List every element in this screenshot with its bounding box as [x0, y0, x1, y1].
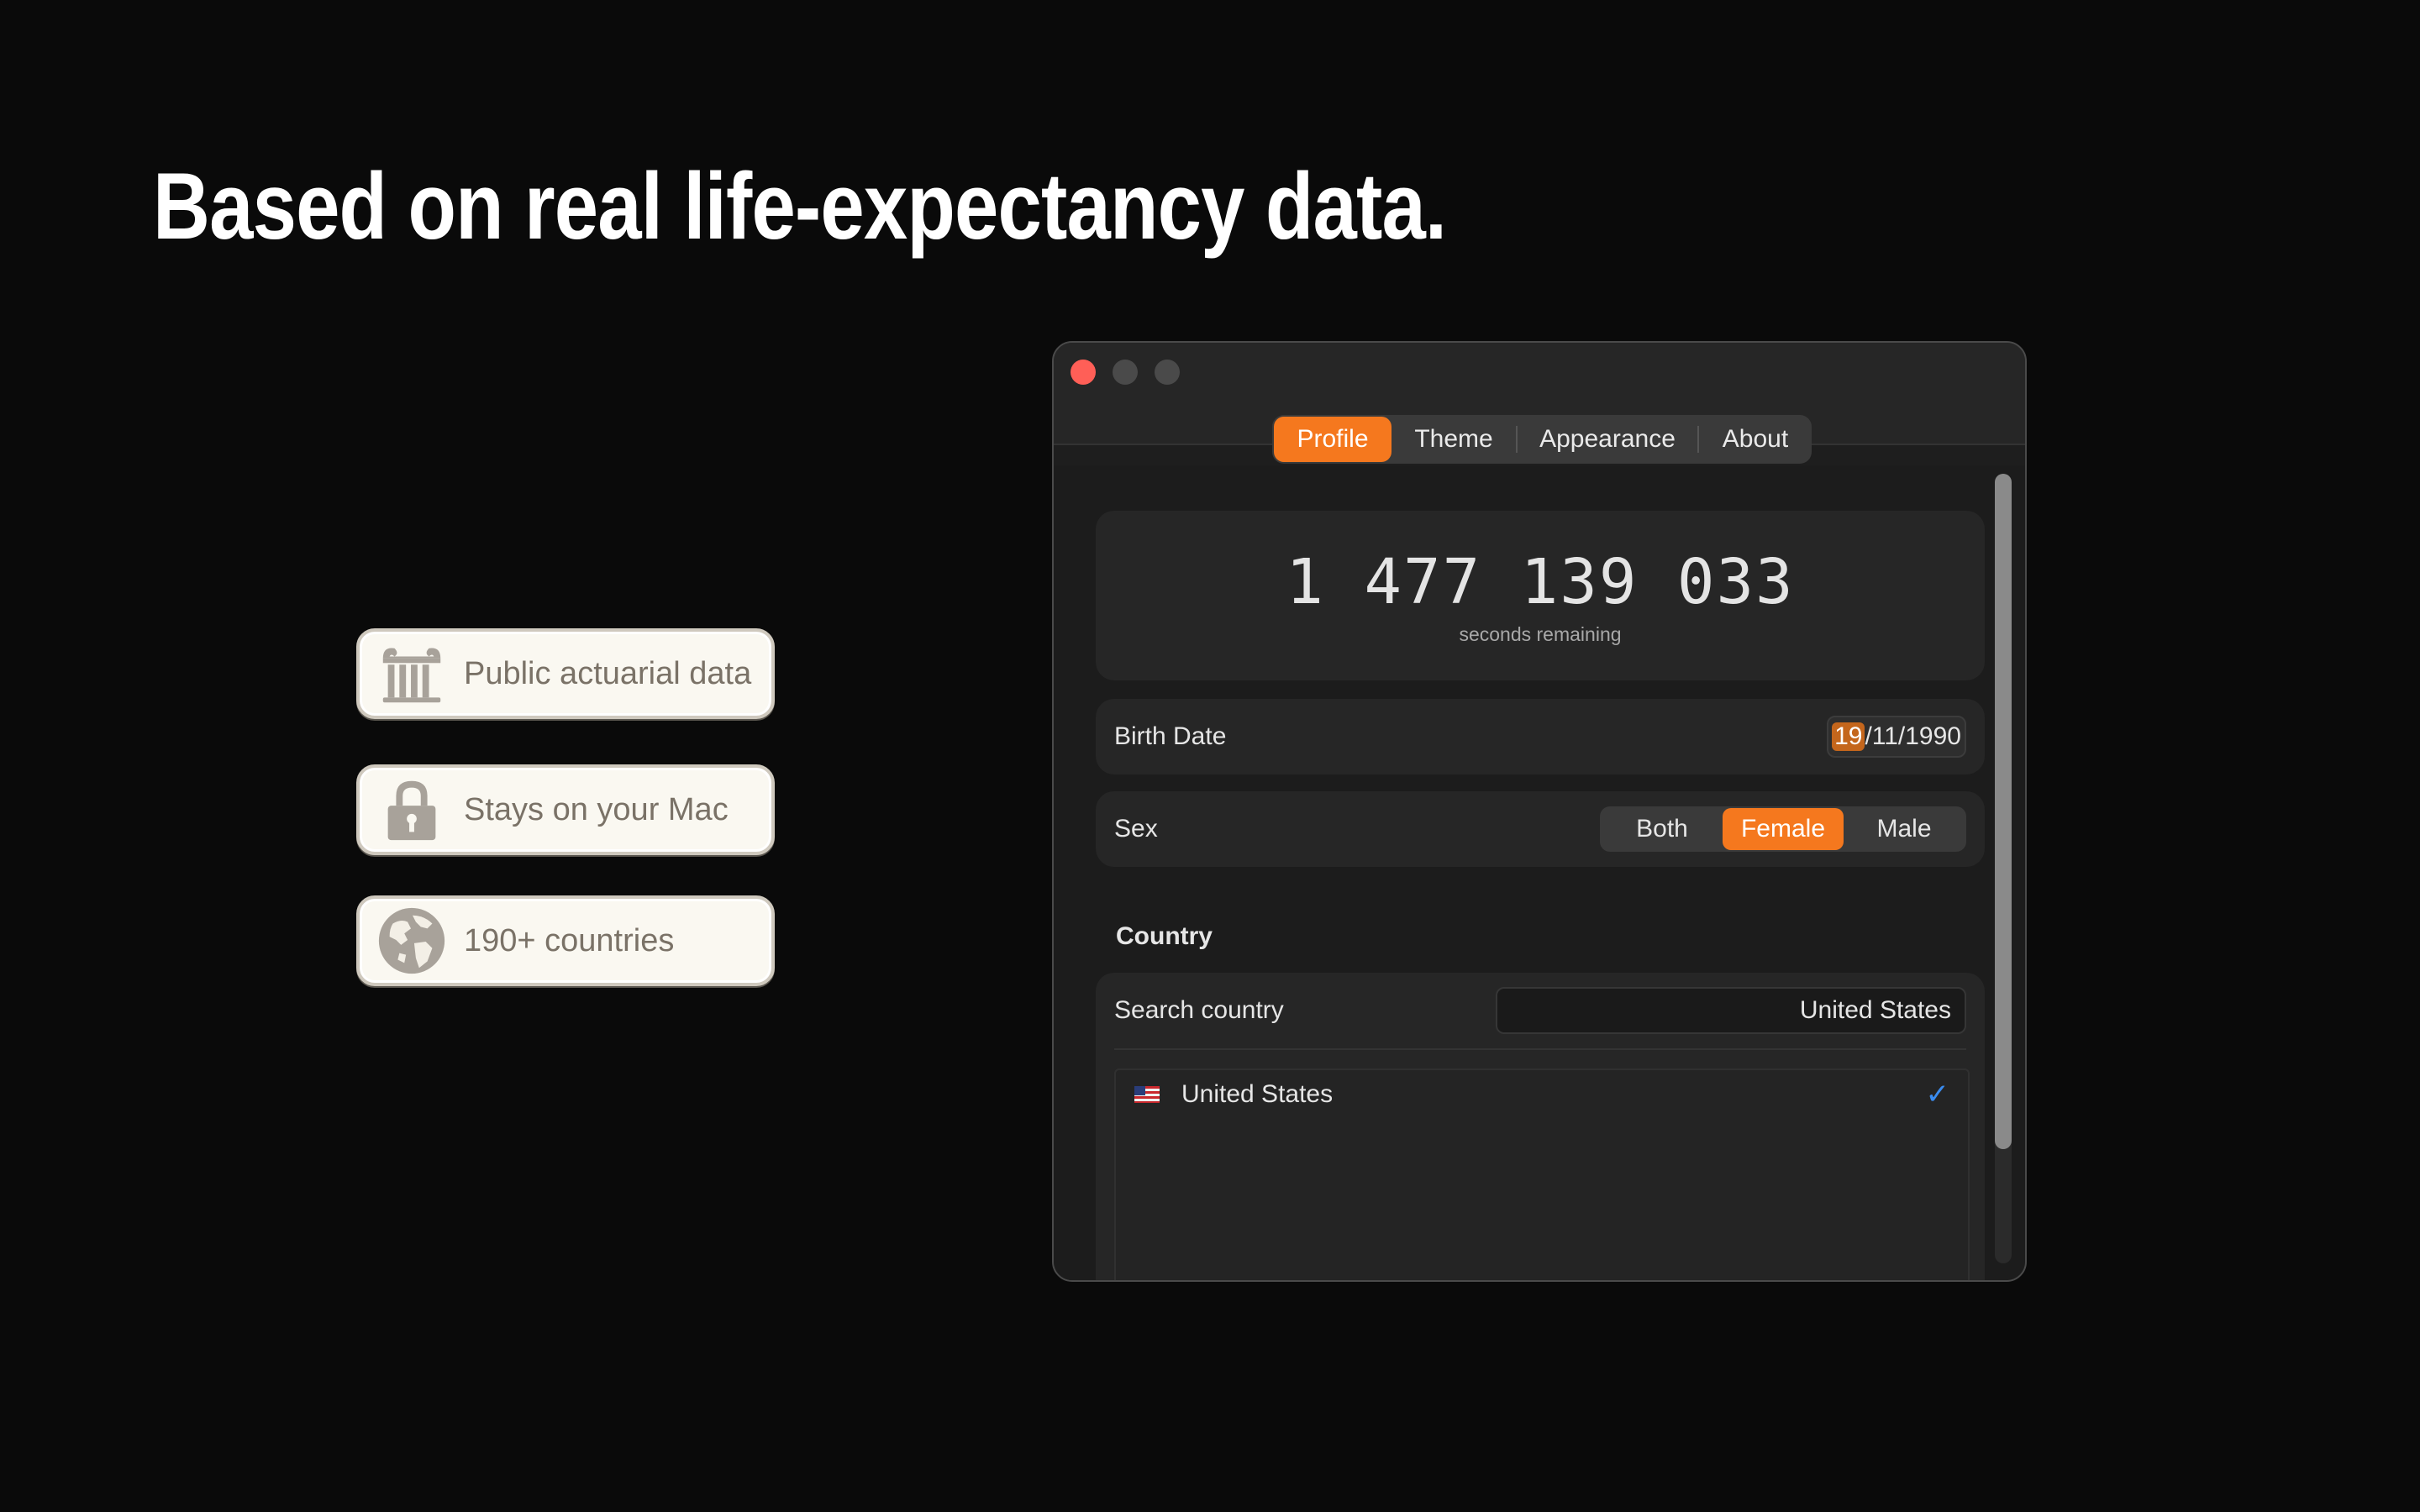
country-name: United States — [1181, 1080, 1334, 1108]
country-search-row: Search country United States — [1096, 973, 1985, 1048]
countdown-card: 1 477 139 033 seconds remaining — [1096, 511, 1985, 680]
lock-icon — [371, 769, 452, 850]
badge-public-data: Public actuarial data — [356, 628, 775, 719]
birth-date-row: Birth Date 19/11/1990 — [1096, 699, 1985, 774]
tab-profile[interactable]: Profile — [1274, 417, 1392, 462]
column-icon — [371, 633, 452, 714]
headline: Based on real life-expectancy data. — [153, 154, 1447, 259]
sex-label: Sex — [1114, 815, 1158, 843]
seconds-counter: 1 477 139 033 — [1286, 546, 1795, 618]
country-card: Search country United States United Stat… — [1096, 973, 1985, 1280]
minimize-button[interactable] — [1113, 360, 1138, 385]
country-search-input[interactable]: United States — [1496, 987, 1966, 1034]
close-button[interactable] — [1071, 360, 1096, 385]
vertical-scrollbar[interactable] — [1995, 474, 2012, 1263]
birth-date-label: Birth Date — [1114, 722, 1227, 750]
globe-icon — [371, 900, 452, 981]
sex-segmented-control: Both Female Male — [1600, 806, 1966, 852]
preferences-tabs: Profile Theme Appearance About — [1272, 415, 1812, 464]
sex-option-both[interactable]: Both — [1602, 808, 1723, 850]
tab-about[interactable]: About — [1699, 417, 1812, 462]
birth-date-picker[interactable]: 19/11/1990 — [1827, 716, 1966, 758]
us-flag-icon — [1134, 1086, 1160, 1103]
tab-theme[interactable]: Theme — [1392, 417, 1516, 462]
birth-date-day[interactable]: 19 — [1832, 722, 1865, 751]
badge-label: Public actuarial data — [464, 655, 752, 691]
counter-caption: seconds remaining — [1459, 623, 1622, 645]
scrollbar-thumb[interactable] — [1995, 474, 2012, 1149]
preferences-window: 1 477 139 033 seconds remaining Birth Da… — [1052, 341, 2027, 1282]
badge-label: Stays on your Mac — [464, 791, 729, 827]
sex-option-male[interactable]: Male — [1844, 808, 1965, 850]
birth-date-month-year[interactable]: /11/1990 — [1865, 722, 1961, 751]
badge-countries: 190+ countries — [356, 895, 775, 986]
country-list[interactable]: United States ✓ — [1114, 1068, 1970, 1280]
checkmark-icon: ✓ — [1925, 1079, 1950, 1110]
sex-option-female[interactable]: Female — [1723, 808, 1844, 850]
sex-row: Sex Both Female Male — [1096, 791, 1985, 867]
profile-pane: 1 477 139 033 seconds remaining Birth Da… — [1054, 465, 2025, 1280]
zoom-button[interactable] — [1155, 360, 1180, 385]
badge-privacy: Stays on your Mac — [356, 764, 775, 855]
divider — [1114, 1048, 1966, 1050]
country-list-item[interactable]: United States ✓ — [1116, 1070, 1968, 1119]
country-section-header: Country — [1116, 922, 1213, 950]
badge-label: 190+ countries — [464, 922, 675, 958]
search-country-label: Search country — [1114, 996, 1284, 1024]
tab-appearance[interactable]: Appearance — [1518, 417, 1697, 462]
